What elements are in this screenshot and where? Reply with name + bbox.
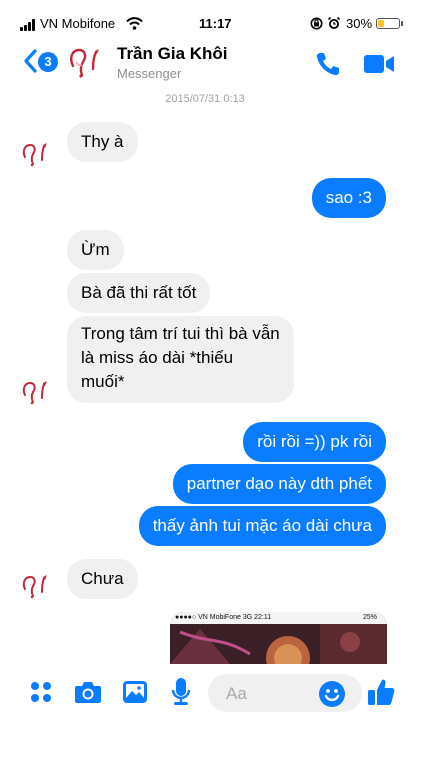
message-input-placeholder: Aa xyxy=(226,684,247,703)
preview-status-right: 25% xyxy=(362,614,377,621)
preview-status-bar: ●●●●○ VN MobiFone 3G 22:11 25% xyxy=(170,612,387,624)
message-outgoing[interactable]: thấy ảnh tui mặc áo dài chưa xyxy=(138,506,386,546)
sender-avatar[interactable] xyxy=(20,138,52,170)
emoji-icon[interactable] xyxy=(318,680,346,708)
message-line: muối* xyxy=(81,372,125,391)
signal-icon xyxy=(20,19,40,31)
alarm-icon xyxy=(327,16,341,29)
sender-avatar[interactable] xyxy=(20,570,52,602)
video-camera-icon[interactable] xyxy=(362,52,396,76)
photo-icon[interactable] xyxy=(122,679,148,705)
message-outgoing[interactable]: rồi rồi =)) pk rồi xyxy=(243,422,386,462)
camera-icon[interactable] xyxy=(74,679,102,705)
battery-icon xyxy=(376,18,400,29)
message-line: là miss áo dài *thiếu xyxy=(81,348,234,367)
phone-icon[interactable] xyxy=(314,50,342,78)
message-incoming[interactable]: Thy à xyxy=(67,122,138,162)
sender-avatar[interactable] xyxy=(20,376,52,408)
image-message-preview[interactable]: ●●●●○ VN MobiFone 3G 22:11 25% xyxy=(170,612,387,664)
contact-name[interactable]: Trần Gia Khôi xyxy=(117,44,228,64)
message-incoming[interactable]: Chưa xyxy=(67,559,138,599)
message-line: Trong tâm trí tui thì bà vẫn xyxy=(81,324,280,343)
message-incoming[interactable]: Ừm xyxy=(67,230,124,270)
preview-status-left: ●●●●○ VN MobiFone 3G 22:11 xyxy=(175,614,272,621)
battery-percent: 30% xyxy=(346,16,373,31)
message-incoming-multiline[interactable]: Trong tâm trí tui thì bà vẫn là miss áo … xyxy=(67,316,294,403)
unread-badge[interactable]: 3 xyxy=(38,52,58,72)
rotation-lock-icon xyxy=(310,17,323,30)
wifi-icon xyxy=(126,17,143,30)
clock: 11:17 xyxy=(199,16,232,31)
message-incoming[interactable]: Bà đã thi rất tốt xyxy=(67,273,211,313)
battery-tip xyxy=(401,21,403,26)
photo-thumbnail xyxy=(170,624,387,664)
apps-icon[interactable] xyxy=(30,681,52,703)
message-outgoing[interactable]: sao :3 xyxy=(311,178,386,218)
contact-subtitle: Messenger xyxy=(117,66,182,81)
contact-avatar[interactable] xyxy=(66,42,106,82)
carrier-label: VN Mobifone xyxy=(40,16,116,31)
message-outgoing[interactable]: partner dạo này dth phết xyxy=(172,464,386,504)
status-bar: VN Mobifone 11:17 30% xyxy=(0,0,410,31)
microphone-icon[interactable] xyxy=(171,677,191,707)
date-stamp: 2015/07/31 0:13 xyxy=(165,93,245,105)
like-icon[interactable] xyxy=(366,677,396,707)
